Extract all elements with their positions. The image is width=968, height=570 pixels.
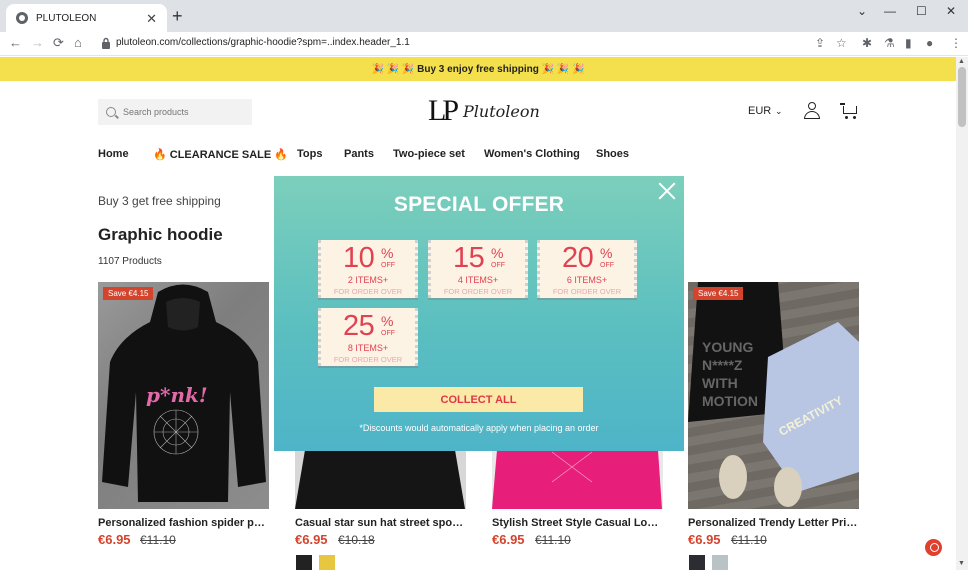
coupon-items: 8 ITEMS+ — [347, 343, 389, 353]
new-tab-button[interactable]: + — [172, 7, 183, 25]
coupon-15[interactable]: 15 % OFF 4 ITEMS+ FOR ORDER OVER — [428, 240, 528, 298]
lock-icon[interactable] — [101, 37, 111, 50]
scroll-up-icon[interactable]: ▲ — [958, 58, 965, 65]
coupon-percent-symbol: % — [600, 245, 613, 261]
menu-kebab-icon[interactable]: ⋮ — [950, 36, 962, 50]
minimize-button[interactable]: — — [884, 4, 896, 18]
lab-flask-icon[interactable]: ⚗ — [884, 36, 895, 50]
coupon-condition: FOR ORDER OVER — [333, 287, 403, 296]
modal-title: SPECIAL OFFER — [393, 193, 565, 216]
tab-title: PLUTOLEON — [36, 12, 97, 24]
coupon-percent-symbol: % — [381, 313, 394, 329]
coupon-condition: FOR ORDER OVER — [552, 287, 622, 296]
scrollbar-thumb[interactable] — [958, 67, 966, 127]
globe-icon — [16, 12, 28, 24]
window-close-button[interactable]: ✕ — [946, 4, 956, 18]
modal-note: *Discounts would automatically apply whe… — [359, 423, 599, 433]
coupon-condition: FOR ORDER OVER — [443, 287, 513, 296]
side-panel-icon[interactable]: ▮ — [905, 36, 912, 50]
extensions-icon[interactable]: ✱ — [862, 36, 872, 50]
coupon-percent: 25 — [343, 310, 375, 342]
browser-tabstrip: PLUTOLEON ✕ + ⌄ — ☐ ✕ — [0, 0, 968, 32]
bookmark-star-icon[interactable]: ☆ — [836, 36, 847, 50]
chat-support-icon[interactable] — [925, 539, 942, 556]
collect-all-button[interactable]: COLLECT ALL — [374, 387, 583, 412]
address-bar[interactable]: plutoleon.com/collections/graphic-hoodie… — [116, 37, 410, 48]
coupon-percent: 15 — [453, 242, 485, 274]
coupon-condition: FOR ORDER OVER — [333, 355, 403, 364]
coupon-off: OFF — [491, 262, 505, 269]
profile-avatar-icon[interactable]: ● — [926, 36, 933, 50]
back-arrow-icon[interactable]: ← — [9, 36, 22, 50]
coupon-off: OFF — [381, 330, 395, 337]
browser-toolbar: ← → ⟳ ⌂ plutoleon.com/collections/graphi… — [0, 32, 968, 56]
tab-search-icon[interactable]: ⌄ — [857, 4, 867, 18]
coupon-25[interactable]: 25 % OFF 8 ITEMS+ FOR ORDER OVER — [318, 308, 418, 366]
forward-arrow-icon[interactable]: → — [31, 36, 44, 50]
coupon-10[interactable]: 10 % OFF 2 ITEMS+ FOR ORDER OVER — [318, 240, 418, 298]
share-icon[interactable]: ⇪ — [815, 36, 825, 50]
coupon-percent: 10 — [343, 242, 375, 274]
coupon-items: 6 ITEMS+ — [566, 275, 608, 285]
coupon-percent-symbol: % — [491, 245, 504, 261]
maximize-button[interactable]: ☐ — [916, 4, 927, 18]
coupon-percent-symbol: % — [381, 245, 394, 261]
coupon-20[interactable]: 20 % OFF 6 ITEMS+ FOR ORDER OVER — [537, 240, 637, 298]
reload-icon[interactable]: ⟳ — [53, 36, 64, 50]
browser-tab[interactable]: PLUTOLEON ✕ — [6, 4, 167, 32]
coupon-items: 2 ITEMS+ — [347, 275, 389, 285]
coupon-percent: 20 — [562, 242, 594, 274]
coupon-off: OFF — [381, 262, 395, 269]
coupon-items: 4 ITEMS+ — [457, 275, 499, 285]
coupon-off: OFF — [600, 262, 614, 269]
tab-close-icon[interactable]: ✕ — [146, 12, 157, 25]
home-icon[interactable]: ⌂ — [74, 36, 82, 50]
scroll-down-icon[interactable]: ▼ — [958, 560, 965, 567]
page-scrollbar[interactable] — [956, 57, 968, 570]
